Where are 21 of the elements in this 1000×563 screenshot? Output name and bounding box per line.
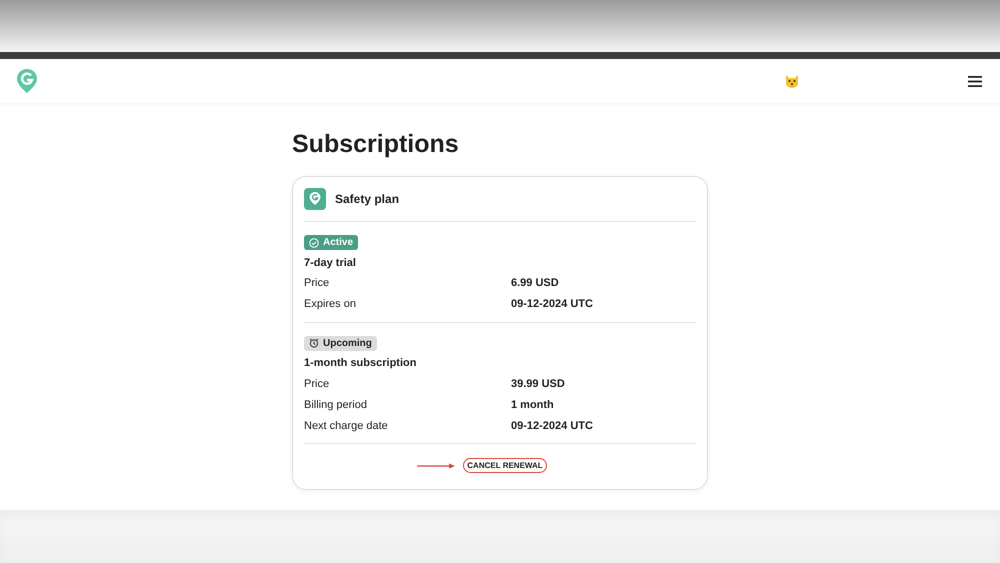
row-value: 09-12-2024 UTC <box>511 298 594 310</box>
row-value: 1 month <box>511 398 555 410</box>
period-name: 1-month subscription <box>304 357 418 369</box>
menu-icon[interactable] <box>968 76 982 86</box>
page-title: Subscriptions <box>292 130 460 159</box>
cancel-renewal-button[interactable]: CANCEL RENEWAL <box>463 458 547 473</box>
row-label: Next charge date <box>304 420 389 432</box>
row-label: Price <box>304 378 330 390</box>
cat-face-icon[interactable] <box>784 73 800 89</box>
row-value: 09-12-2024 UTC <box>511 420 594 432</box>
period-name: 7-day trial <box>304 256 357 268</box>
plan-name: Safety plan <box>335 192 400 206</box>
row-value: 6.99 USD <box>511 277 560 289</box>
row-label: Billing period <box>304 398 368 410</box>
status-badge: Upcoming <box>304 336 377 350</box>
row-value: 39.99 USD <box>511 378 566 390</box>
status-badge: Active <box>304 235 358 250</box>
map-pin-logo-icon <box>304 188 326 210</box>
row-label: Price <box>304 277 330 289</box>
arrow-icon <box>417 462 456 468</box>
row-label: Expires on <box>304 298 357 310</box>
